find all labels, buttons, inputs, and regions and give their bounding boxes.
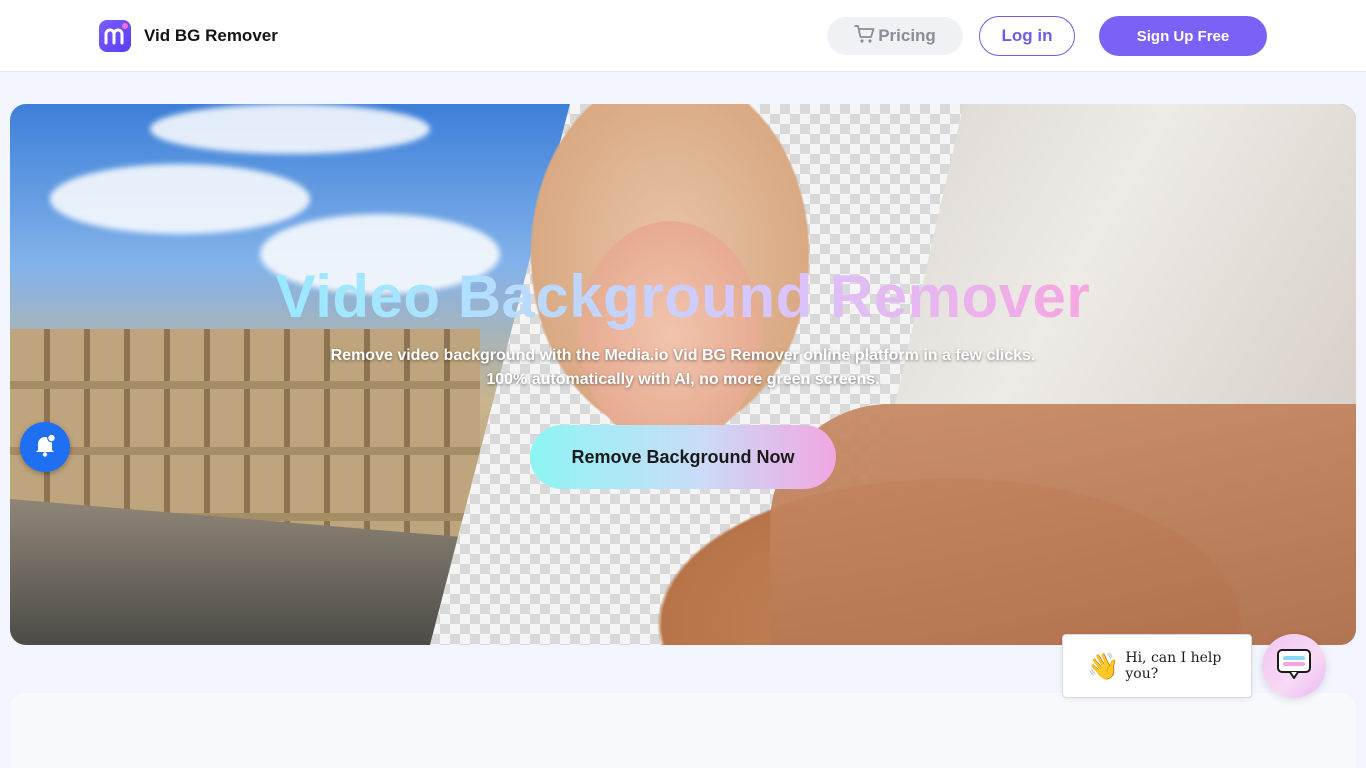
signup-button[interactable]: Sign Up Free (1099, 16, 1267, 56)
hero-subtitle-line2: 100% automatically with AI, no more gree… (486, 371, 880, 388)
notification-button[interactable] (20, 422, 70, 472)
content-section-card (10, 693, 1356, 768)
chat-icon (1276, 648, 1312, 685)
login-button[interactable]: Log in (979, 16, 1075, 56)
brand-name: Vid BG Remover (144, 26, 278, 45)
remove-background-now-button[interactable]: Remove Background Now (530, 425, 836, 489)
pricing-label: Pricing (878, 26, 936, 45)
hero-banner: Video Background Remover Remove video ba… (10, 104, 1356, 645)
brand[interactable]: Vid BG Remover (99, 20, 278, 52)
cart-icon (854, 24, 876, 49)
cloud (150, 104, 430, 154)
chat-greeting-bubble[interactable]: 👋 Hi, can I help you? (1062, 634, 1252, 698)
chat-launcher-button[interactable] (1262, 634, 1326, 698)
cloud (50, 164, 310, 234)
bell-icon (32, 432, 58, 463)
hero-title: Video Background Remover (10, 262, 1356, 331)
media-io-logo-icon (99, 20, 131, 52)
chat-greeting-text: Hi, can I help you? (1125, 650, 1222, 682)
hero-subtitle-line1: Remove video background with the Media.i… (330, 347, 1036, 364)
top-navigation-bar: Vid BG Remover Pricing Log in Sign Up Fr… (0, 0, 1366, 72)
pricing-button[interactable]: Pricing (827, 17, 963, 55)
logo-dot (122, 23, 128, 29)
waving-hand-icon: 👋 (1087, 651, 1120, 681)
outstretched-arm-image (770, 404, 1356, 645)
